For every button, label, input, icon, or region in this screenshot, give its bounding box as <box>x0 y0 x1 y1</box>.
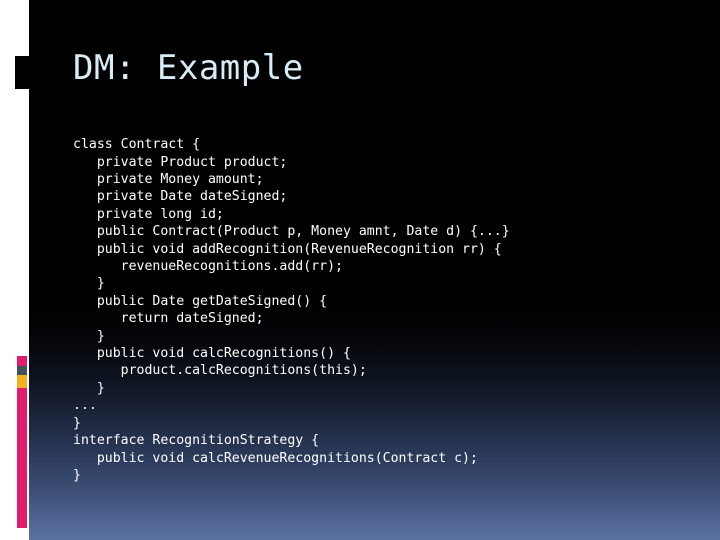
code-line: } <box>73 276 105 292</box>
code-line: } <box>73 328 105 344</box>
code-line: public Date getDateSigned() { <box>73 293 328 309</box>
code-line: public Contract(Product p, Money amnt, D… <box>73 224 510 240</box>
code-line: return dateSigned; <box>73 311 264 327</box>
code-line: public void calcRevenueRecognitions(Cont… <box>73 450 478 466</box>
code-line: private Product product; <box>73 154 288 170</box>
code-line: product.calcRecognitions(this); <box>73 363 367 379</box>
code-line: } <box>73 467 81 483</box>
code-line: public void calcRecognitions() { <box>73 346 351 362</box>
code-line: ... <box>73 398 97 414</box>
code-line: } <box>73 380 105 396</box>
title-accent-block <box>15 56 29 89</box>
code-line: revenueRecognitions.add(rr); <box>73 259 343 275</box>
code-line: interface RecognitionStrategy { <box>73 433 320 449</box>
accent-bar-segment-magenta-top <box>17 356 27 366</box>
accent-bar-segment-amber <box>17 375 27 388</box>
code-line: private Date dateSigned; <box>73 189 288 205</box>
accent-bar-segment-magenta-long <box>17 388 27 528</box>
slide-title: DM: Example <box>73 48 304 88</box>
accent-bar-segment-slate <box>17 366 27 375</box>
code-line: class Contract { <box>73 137 201 153</box>
slide-canvas: DM: Example class Contract { private Pro… <box>0 0 720 540</box>
code-line: private Money amount; <box>73 172 264 187</box>
left-accent-bar <box>17 356 27 528</box>
code-line: } <box>73 415 81 431</box>
code-line: public void addRecognition(RevenueRecogn… <box>73 241 502 257</box>
code-block: class Contract { private Product product… <box>73 136 510 484</box>
code-line: private long id; <box>73 206 224 222</box>
